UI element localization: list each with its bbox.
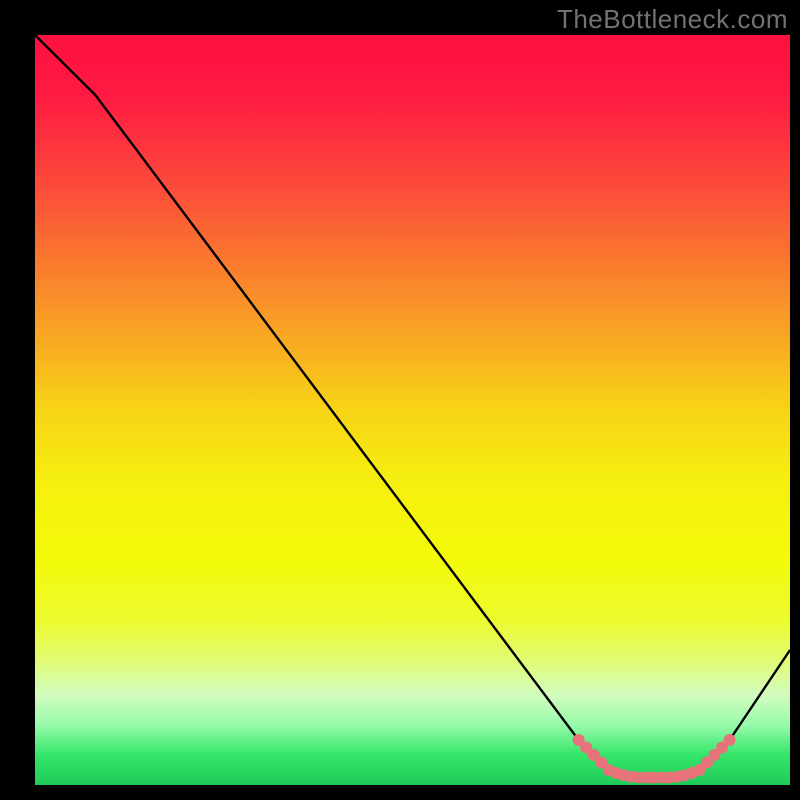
- chart-frame: TheBottleneck.com: [0, 0, 800, 800]
- bottleneck-chart: [0, 0, 800, 800]
- plot-background: [35, 35, 790, 785]
- marker-dot: [724, 734, 736, 746]
